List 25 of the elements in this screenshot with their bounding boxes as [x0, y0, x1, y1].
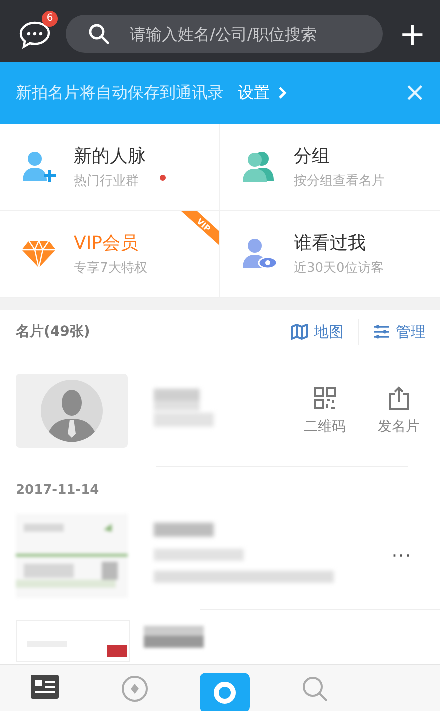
- add-button[interactable]: +: [395, 18, 430, 50]
- shortcut-title: VIP会员: [74, 232, 140, 255]
- shortcut-title: 分组: [294, 145, 331, 168]
- close-button[interactable]: ×: [404, 78, 426, 108]
- shortcut-tile[interactable]: 新的人脉 热门行业群: [0, 124, 220, 211]
- shortcut-subtitle: 专享7大特权: [74, 260, 148, 277]
- settings-link[interactable]: 设置: [238, 82, 288, 104]
- vip-ribbon: VIP: [181, 211, 219, 245]
- date-label: 2017-11-14: [15, 482, 100, 500]
- qr-code-link[interactable]: 二维码: [304, 386, 346, 436]
- shortcut-subtitle: 按分组查看名片: [294, 173, 385, 190]
- more-button[interactable]: ···: [392, 546, 412, 566]
- search-input[interactable]: 请输入姓名/公司/职位搜索: [128, 24, 370, 44]
- shortcut-title: 谁看过我: [294, 232, 367, 255]
- shortcut-tile[interactable]: 分组 按分组查看名片: [220, 124, 440, 211]
- shortcut-title: 新的人脉: [74, 145, 146, 168]
- message-count-badge: 6: [42, 11, 58, 27]
- manage-link[interactable]: 管理: [373, 322, 426, 342]
- search-field[interactable]: 请输入姓名/公司/职位搜索: [66, 15, 384, 53]
- shortcut-subtitle: 近30天0位访客: [294, 260, 384, 277]
- notice-text: 新拍名片将自动保存到通讯录: [16, 82, 224, 104]
- shortcut-subtitle: 热门行业群: [74, 173, 140, 190]
- map-link[interactable]: 地图: [291, 322, 344, 342]
- share-card-link[interactable]: 发名片: [378, 386, 420, 436]
- cards-count-label: 名片(49张): [16, 323, 90, 341]
